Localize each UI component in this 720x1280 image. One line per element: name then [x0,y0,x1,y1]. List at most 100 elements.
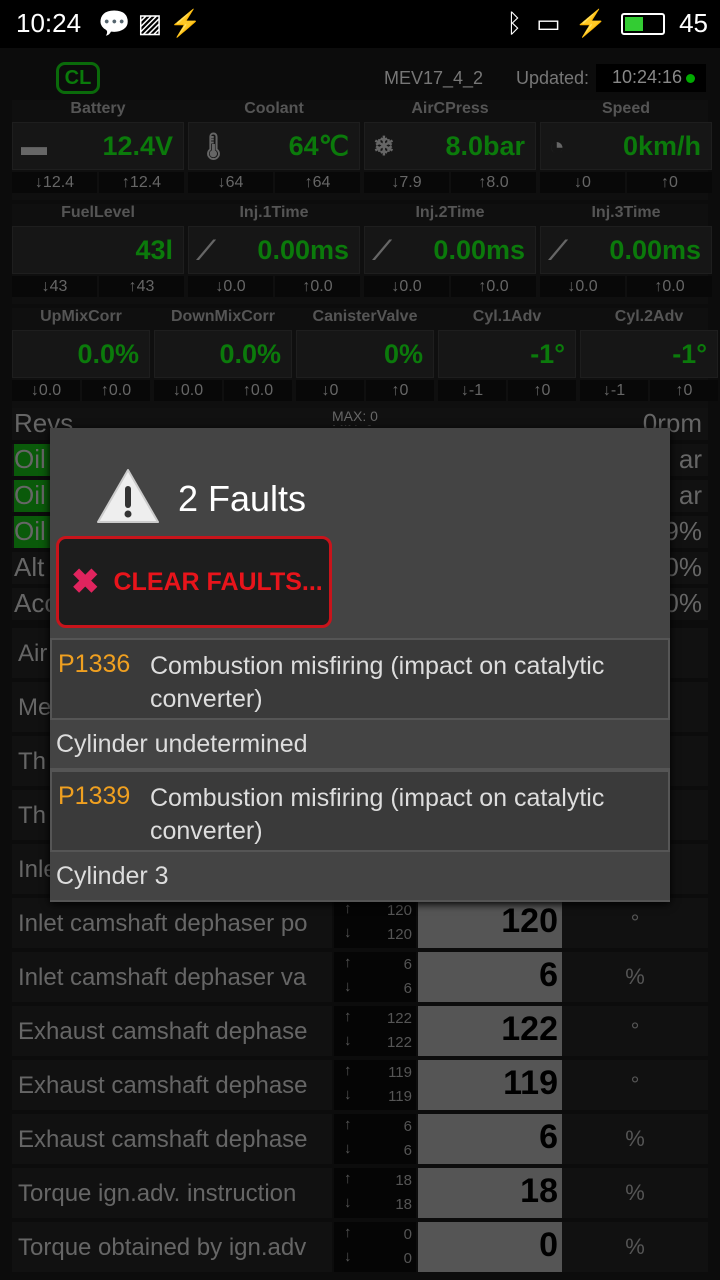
gauge-label: CanisterValve [312,308,418,325]
live-indicator-icon [686,74,696,83]
arrow-down-icon: ↓ [344,1032,352,1049]
gauge-min: ↓-1 [580,380,648,401]
gauge-cyl2adv[interactable]: -1° [580,330,718,378]
row-minmax: ↑ ↓ 6 6 [334,952,416,1002]
gauge-downmixcorr[interactable]: 0.0% [154,330,292,378]
table-row[interactable]: Exhaust camshaft dephase ↑ ↓ 122 122 122 ° [12,1006,708,1056]
arrow-down-icon: ↓ [344,1194,352,1211]
row-max: 0 [403,1226,412,1243]
arrow-up-icon: ↑ [344,1170,352,1187]
gauge-max: ↑0 [627,172,712,193]
clear-faults-button[interactable]: ✖ CLEAR FAULTS... [56,536,332,628]
updated-time: 10:24:16 [596,64,706,92]
snowflake-icon: ❄ [373,131,395,161]
arrow-up-icon: ↑ [344,1008,352,1025]
gauge-value: 0.00ms [433,234,525,265]
fault-detail: Cylinder undetermined [56,730,308,758]
gauge-canistervalve[interactable]: 0% [296,330,434,378]
gauge-min: ↓0 [296,380,364,401]
fault-item[interactable]: P1339 Combustion misfiring (impact on cat… [50,770,670,852]
gauge-max: ↑0 [508,380,576,401]
gauge-label: FuelLevel [61,204,135,221]
gauge-value: 0% [383,338,423,369]
speedometer-icon: ◔ [549,131,565,161]
divider [50,900,670,902]
gauge-max: ↑43 [99,276,184,297]
clear-faults-label: CLEAR FAULTS... [113,567,323,596]
arrow-down-icon: ↓ [344,978,352,995]
warning-icon [97,469,159,523]
gauge-min: ↓43 [12,276,97,297]
gauge-value: 43l [135,234,173,265]
gauge-upmixcorr[interactable]: 0.0% [12,330,150,378]
close-x-icon: ✖ [71,563,100,601]
gauge-max: ↑0.0 [451,276,536,297]
gauge-battery[interactable]: ▬ 12.4V [12,122,184,170]
gauge-label: Speed [601,100,650,117]
faults-dialog: 2 Faults ✖ CLEAR FAULTS... P1336 Combusti… [50,428,670,902]
row-minmax: ↑ ↓ 0 0 [334,1222,416,1272]
fault-item[interactable]: P1336 Combustion misfiring (impact on cat… [50,638,670,720]
table-row[interactable]: Torque ign.adv. instruction ↑ ↓ 18 18 18% [12,1168,708,1218]
screen-icon: ▭ [536,8,561,38]
gauge-fuellevel[interactable]: 43l [12,226,184,274]
gauge-inj1time[interactable]: ⟋ 0.00ms [188,226,360,274]
arrow-down-icon: ↓ [344,924,352,941]
gauge-value: 12.4V [102,130,173,161]
battery-icon [621,12,666,35]
gauge-inj3time[interactable]: ⟋ 0.00ms [540,226,712,274]
gauge-value: 0km/h [622,130,701,161]
gauge-aircpress[interactable]: ❄ 8.0bar [364,122,536,170]
row-max: 120 [386,902,412,919]
arrow-down-icon: ↓ [344,1140,352,1157]
row-label: Exhaust camshaft dephase [12,1114,332,1164]
row-minmax: ↑ ↓ 122 122 [334,1006,416,1056]
table-row[interactable]: Exhaust camshaft dephase ↑ ↓ 6 6 6% [12,1114,708,1164]
gauge-value: 0.00ms [609,234,701,265]
fault-code: P1336 [58,650,131,678]
gauge-label: Inj.2Time [415,204,485,221]
gauge-value: -1° [530,338,565,369]
gauge-value: 64℃ [288,130,349,161]
gauge-max: ↑0.0 [82,380,150,401]
gauge-min: ↓0.0 [188,276,273,297]
bar-value: 0% [664,588,702,618]
row-value: 0 [418,1222,562,1272]
row-max: 119 [388,1064,412,1081]
gauge-value: 0.0% [77,338,139,369]
gauge-coolant[interactable]: 🌡 64℃ [188,122,360,170]
table-row[interactable]: Exhaust camshaft dephase ↑ ↓ 119 119 119 ° [12,1060,708,1110]
row-minmax: ↑ ↓ 119 119 [334,1060,416,1110]
gauge-min: ↓0.0 [364,276,449,297]
gauge-max: ↑8.0 [451,172,536,193]
gauge-inj2time[interactable]: ⟋ 0.00ms [364,226,536,274]
battery-level: 45 [679,8,708,38]
gauge-label: Inj.3Time [591,204,661,221]
arrow-up-icon: ↑ [344,1116,352,1133]
clock: 10:24 [16,8,82,38]
row-minmax: ↑ ↓ 18 18 [334,1168,416,1218]
gauge-speed[interactable]: ◔ 0km/h [540,122,712,170]
cl-badge[interactable]: CL [56,62,100,94]
row-label: Torque obtained by ign.adv [12,1222,332,1272]
gauge-min: ↓0.0 [154,380,222,401]
gauge-value: 8.0bar [445,130,525,161]
row-unit: ° [562,898,708,948]
gauge-label: Cyl.1Adv [472,308,542,325]
row-value: 120 [418,898,562,948]
arrow-up-icon: ↑ [344,1224,352,1241]
gauge-value: 0.0% [219,338,281,369]
row-value: 18 [418,1168,562,1218]
bar-value: 9% [664,516,702,546]
fault-description: Combustion misfiring (impact on catalyti… [150,652,605,713]
gauge-max: ↑64 [275,172,360,193]
row-value: 6 [418,952,562,1002]
row-value: 119 [418,1060,562,1110]
table-row[interactable]: Inlet camshaft dephaser po ↑ ↓ 120 120 120 ° [12,898,708,948]
gauge-cyl1adv[interactable]: -1° [438,330,576,378]
table-row[interactable]: Inlet camshaft dephaser va ↑ ↓ 6 6 6% [12,952,708,1002]
gauge-max: ↑0.0 [627,276,712,297]
table-row[interactable]: Torque obtained by ign.adv ↑ ↓ 0 0 0% [12,1222,708,1272]
gauge-min: ↓-1 [438,380,506,401]
gauge-value: 0.00ms [257,234,349,265]
